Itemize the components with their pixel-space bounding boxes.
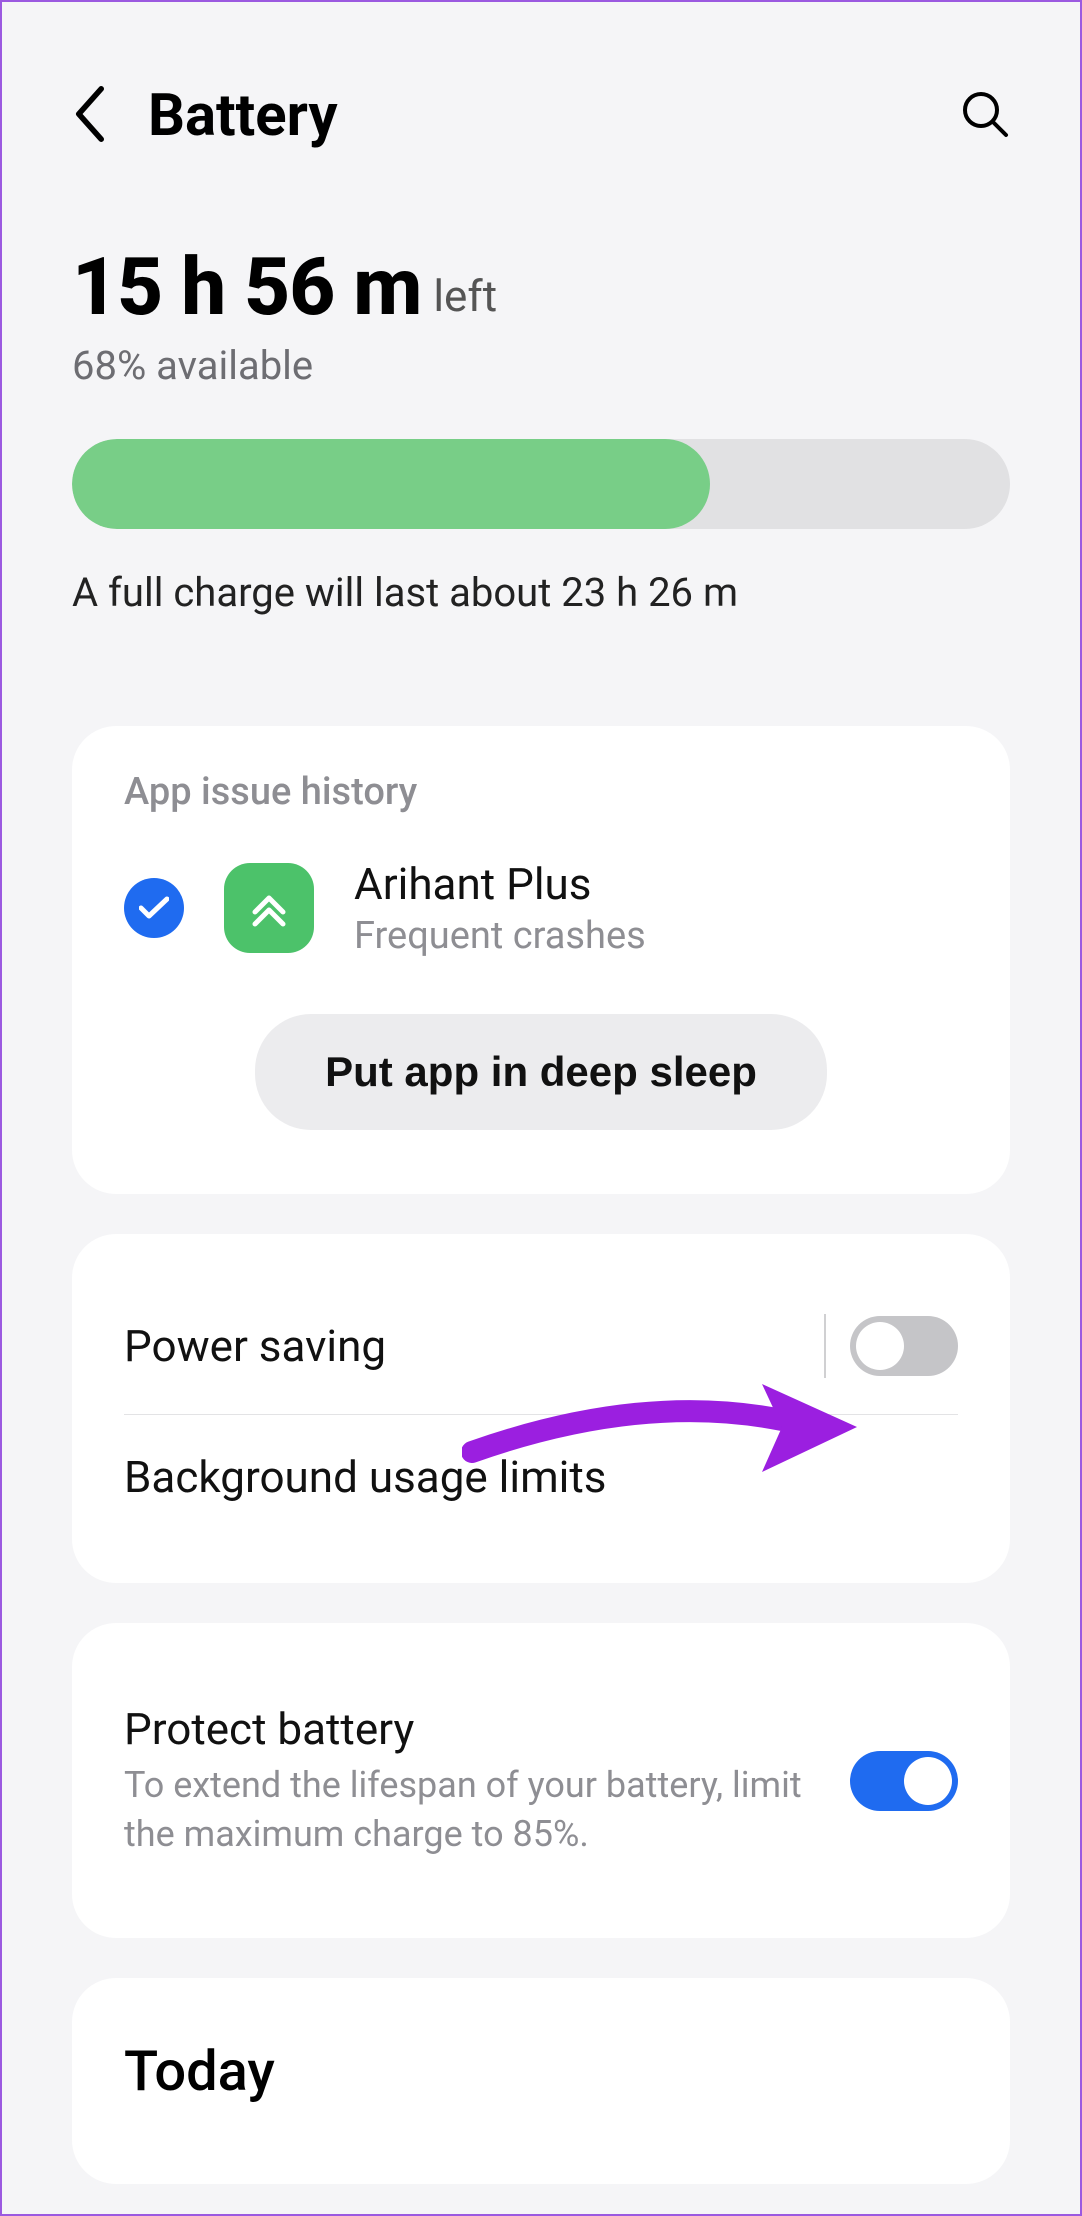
protect-battery-card: Protect battery To extend the lifespan o… <box>72 1623 1010 1938</box>
today-title: Today <box>124 2038 958 2104</box>
protect-battery-row[interactable]: Protect battery To extend the lifespan o… <box>124 1667 958 1894</box>
battery-bar[interactable] <box>72 439 1010 529</box>
full-charge-estimate: A full charge will last about 23 h 26 m <box>72 569 1010 616</box>
power-saving-toggle[interactable] <box>850 1316 958 1376</box>
deep-sleep-button[interactable]: Put app in deep sleep <box>255 1014 827 1130</box>
page-title: Battery <box>148 82 338 150</box>
power-saving-label: Power saving <box>124 1320 386 1372</box>
power-settings-card: Power saving Background usage limits <box>72 1234 1010 1583</box>
back-icon[interactable] <box>72 86 108 146</box>
search-icon[interactable] <box>960 89 1010 143</box>
protect-battery-label: Protect battery <box>124 1703 820 1755</box>
app-issue-row[interactable]: Arihant Plus Frequent crashes <box>124 858 958 958</box>
app-icon <box>224 863 314 953</box>
background-limits-row[interactable]: Background usage limits <box>124 1415 958 1539</box>
battery-summary: 15 h 56 m left 68% available A full char… <box>72 210 1010 666</box>
battery-bar-fill <box>72 439 710 529</box>
app-issue-card: App issue history Arihant Plus Frequent … <box>72 726 1010 1194</box>
vertical-divider <box>824 1314 826 1378</box>
power-saving-row[interactable]: Power saving <box>124 1278 958 1414</box>
background-limits-label: Background usage limits <box>124 1451 606 1503</box>
time-remaining: 15 h 56 m <box>72 240 421 334</box>
percent-available: 68% available <box>72 342 1010 389</box>
app-issue-reason: Frequent crashes <box>354 914 646 958</box>
protect-battery-toggle[interactable] <box>850 1751 958 1811</box>
header: Battery <box>72 62 1010 210</box>
protect-battery-description: To extend the lifespan of your battery, … <box>124 1761 820 1858</box>
app-name: Arihant Plus <box>354 858 646 910</box>
check-icon <box>124 878 184 938</box>
today-card: Today <box>72 1978 1010 2184</box>
time-remaining-suffix: left <box>433 270 497 334</box>
app-issue-section-title: App issue history <box>124 770 958 814</box>
